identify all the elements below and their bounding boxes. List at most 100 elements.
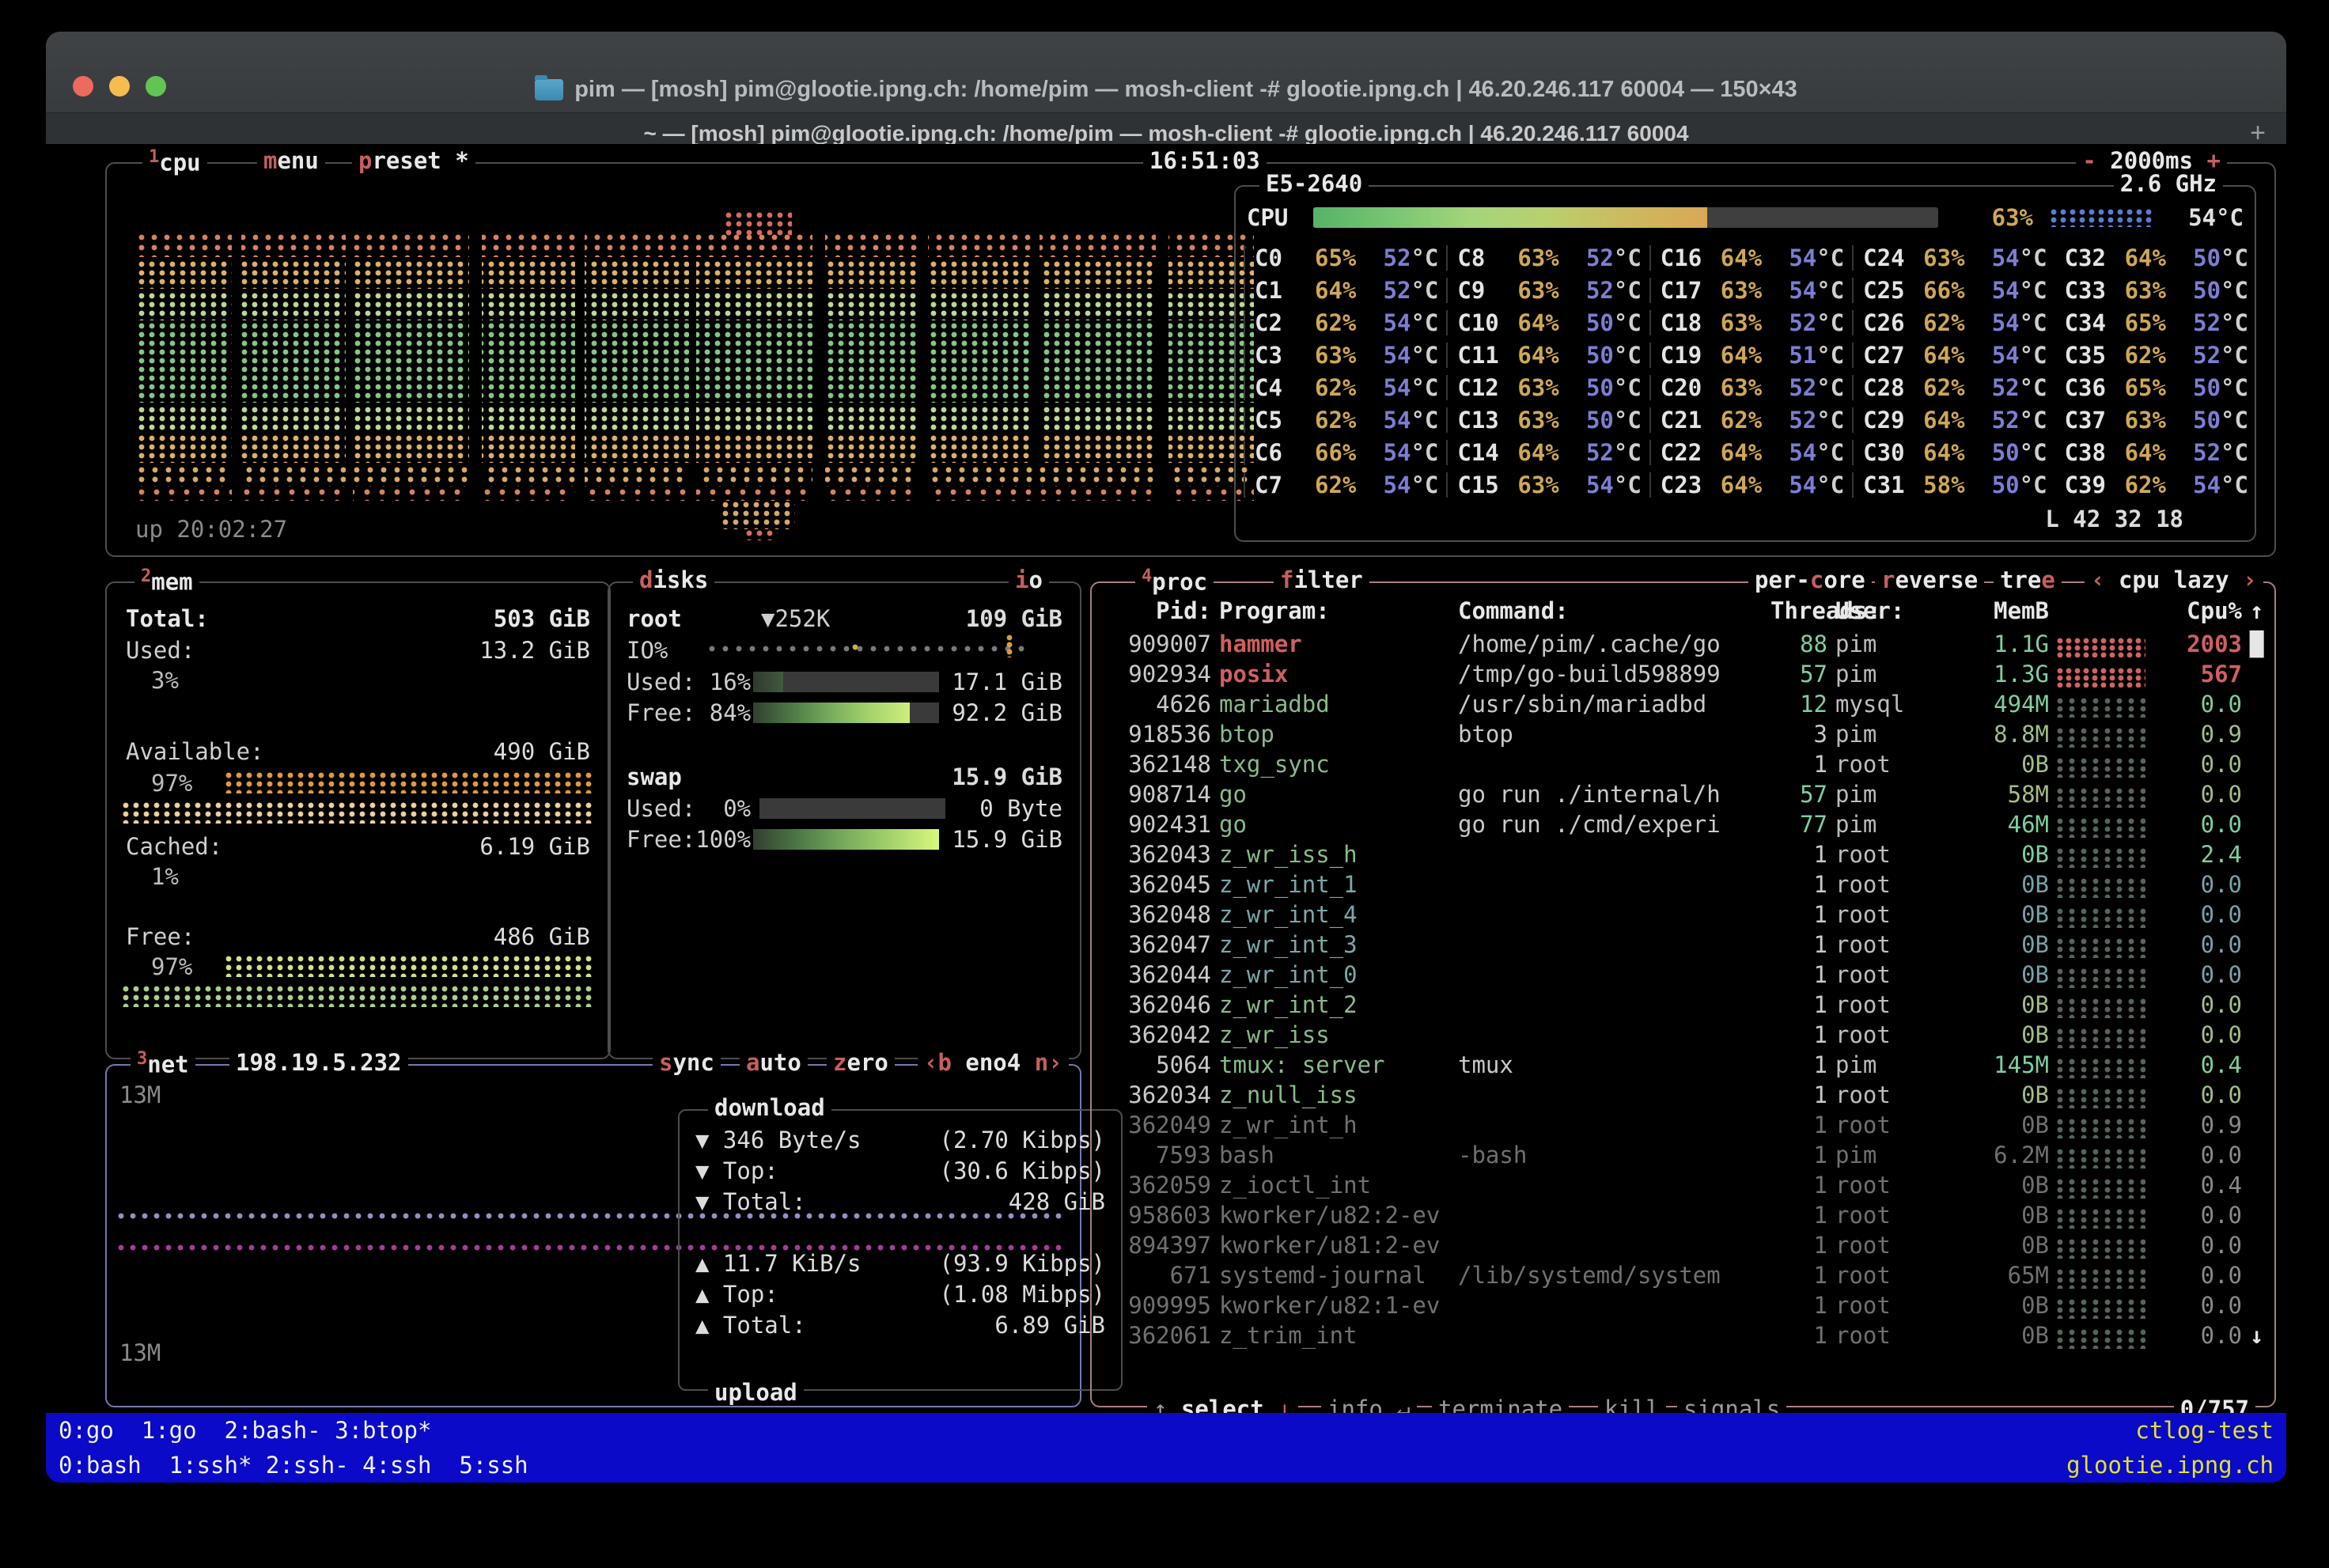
core-name: C0 bbox=[1255, 244, 1315, 271]
preset-button[interactable]: preset * bbox=[352, 147, 475, 174]
core-cell: C9 63% 52°C bbox=[1446, 278, 1649, 303]
process-row[interactable]: 918536 btop btop 3 pim 8.8M 0.9 bbox=[1104, 719, 2286, 749]
process-user: root bbox=[1835, 1202, 1948, 1229]
process-name: hammer bbox=[1219, 631, 1450, 657]
net-interface-switcher[interactable]: ‹b eno4 n› bbox=[918, 1049, 1069, 1076]
process-row[interactable]: 4626 mariadbd /usr/sbin/mariadbd 12 mysq… bbox=[1104, 689, 2286, 719]
col-user[interactable]: User: bbox=[1835, 597, 1948, 624]
process-cpu: 0.0 bbox=[2153, 811, 2242, 838]
process-row[interactable]: 362059 z_ioctl_int 1 root 0B 0.4 bbox=[1104, 1170, 2286, 1200]
core-temp: 50°C bbox=[1559, 309, 1642, 336]
reverse-button[interactable]: reverse bbox=[1875, 566, 1984, 593]
process-row[interactable]: 894397 kworker/u81:2-ev 1 root 0B 0.0 bbox=[1104, 1230, 2286, 1260]
process-row[interactable]: 362047 z_wr_int_3 1 root 0B 0.0 bbox=[1104, 930, 2286, 960]
sort-next-icon[interactable]: › bbox=[2243, 566, 2256, 593]
process-row[interactable]: 362046 z_wr_int_2 1 root 0B 0.0 bbox=[1104, 990, 2286, 1020]
scrollbar-indicator[interactable]: █ bbox=[2250, 631, 2274, 657]
tab-title[interactable]: ~ — [mosh] pim@glootie.ipng.ch: /home/pi… bbox=[643, 121, 1688, 146]
prev-interface-button[interactable]: ‹b bbox=[924, 1049, 952, 1076]
net-box-title[interactable]: 3net bbox=[131, 1049, 195, 1078]
filter-button[interactable]: filter bbox=[1274, 566, 1369, 593]
io-mode-button[interactable]: io bbox=[1009, 566, 1049, 593]
core-name: C20 bbox=[1661, 374, 1721, 401]
net-zero-button[interactable]: zero bbox=[827, 1049, 895, 1076]
process-name: z_wr_int_4 bbox=[1219, 901, 1450, 928]
process-row[interactable]: 909995 kworker/u82:1-ev 1 root 0B 0.0 bbox=[1104, 1290, 2286, 1320]
core-name: C14 bbox=[1457, 439, 1517, 466]
process-row[interactable]: 362148 txg_sync 1 root 0B 0.0 bbox=[1104, 749, 2286, 779]
tmux-windows-inner[interactable]: 0:bash 1:ssh* 2:ssh- 4:ssh 5:ssh bbox=[59, 1452, 528, 1479]
core-name: C6 bbox=[1255, 439, 1315, 466]
graph-band bbox=[138, 466, 1254, 487]
tree-button[interactable]: tree bbox=[1994, 566, 2062, 593]
process-threads: 1 bbox=[1770, 1142, 1827, 1168]
process-row[interactable]: 362048 z_wr_int_4 1 root 0B 0.0 bbox=[1104, 900, 2286, 930]
process-row[interactable]: 902934 posix /tmp/go-build598899 57 pim … bbox=[1104, 659, 2286, 689]
process-row[interactable]: 671 systemd-journal /lib/systemd/system … bbox=[1104, 1260, 2286, 1290]
per-core-button[interactable]: per-core bbox=[1748, 566, 1872, 593]
core-name: C38 bbox=[2065, 439, 2125, 466]
process-threads: 1 bbox=[1770, 1292, 1827, 1319]
core-load: 62% bbox=[1315, 407, 1356, 434]
process-row[interactable]: 958603 kworker/u82:2-ev 1 root 0B 0.0 bbox=[1104, 1200, 2286, 1230]
process-name: bash bbox=[1219, 1142, 1450, 1168]
process-cpu-meter bbox=[2057, 907, 2145, 928]
interval-minus-button[interactable]: - bbox=[2082, 147, 2096, 174]
next-interface-button[interactable]: n› bbox=[1035, 1049, 1062, 1076]
cpu-box-title[interactable]: 1cpu bbox=[142, 147, 207, 176]
zoom-button[interactable] bbox=[146, 76, 166, 97]
col-threads[interactable]: Threads: bbox=[1770, 597, 1827, 624]
process-row[interactable]: 902431 go go run ./cmd/experi 77 pim 46M… bbox=[1104, 809, 2286, 839]
process-row[interactable]: 362061 z_trim_int 1 root 0B 0.0 ↓ bbox=[1104, 1320, 2286, 1350]
scrollbar-indicator[interactable]: ↓ bbox=[2250, 1322, 2274, 1349]
upload-total-row: ▲ Total:6.89 GiB bbox=[695, 1312, 1105, 1339]
disks-box-title[interactable]: disks bbox=[633, 566, 714, 593]
col-cpu[interactable]: Cpu% bbox=[2153, 597, 2242, 624]
process-threads: 1 bbox=[1770, 901, 1827, 928]
net-ip-label: 198.19.5.232 bbox=[229, 1049, 408, 1076]
core-cell: C3 63% 54°C bbox=[1244, 343, 1446, 368]
core-load: 62% bbox=[1315, 472, 1356, 498]
process-row[interactable]: 362043 z_wr_iss_h 1 root 0B 2.4 bbox=[1104, 839, 2286, 869]
process-user: root bbox=[1835, 1081, 1948, 1108]
col-memb[interactable]: MemB bbox=[1956, 597, 2049, 624]
core-cell: C1 64% 52°C bbox=[1244, 278, 1446, 303]
core-cell: C15 63% 54°C bbox=[1446, 472, 1649, 498]
menu-button[interactable]: menu bbox=[257, 147, 325, 174]
process-threads: 1 bbox=[1770, 961, 1827, 988]
minimize-button[interactable] bbox=[109, 76, 130, 97]
process-row[interactable]: 5064 tmux: server tmux 1 pim 145M 0.4 bbox=[1104, 1050, 2286, 1080]
process-row[interactable]: 908714 go go run ./internal/h 57 pim 58M… bbox=[1104, 779, 2286, 809]
sort-selector[interactable]: ‹ cpu lazy › bbox=[2085, 566, 2263, 593]
col-program[interactable]: Program: bbox=[1219, 597, 1450, 624]
col-command[interactable]: Command: bbox=[1458, 597, 1763, 624]
mem-box-title[interactable]: 2mem bbox=[134, 566, 199, 596]
process-name: z_trim_int bbox=[1219, 1322, 1450, 1349]
process-row[interactable]: 362044 z_wr_int_0 1 root 0B 0.0 bbox=[1104, 960, 2286, 990]
process-row[interactable]: 362042 z_wr_iss 1 root 0B 0.0 bbox=[1104, 1020, 2286, 1050]
core-cell: C32 64% 50°C bbox=[2055, 245, 2256, 271]
col-pid[interactable]: Pid: bbox=[1104, 597, 1211, 624]
core-temp: 54°C bbox=[1356, 439, 1438, 466]
tmux-status-bar-inner: 0:bash 1:ssh* 2:ssh- 4:ssh 5:ssh glootie… bbox=[46, 1448, 2286, 1483]
process-row[interactable]: 362034 z_null_iss 1 root 0B 0.0 bbox=[1104, 1080, 2286, 1110]
core-name: C19 bbox=[1661, 342, 1721, 369]
download-total-row: ▼ Total:428 GiB bbox=[695, 1188, 1105, 1215]
download-speed-row: ▼ 346 Byte/s(2.70 Kibps) bbox=[695, 1127, 1105, 1153]
sort-prev-icon[interactable]: ‹ bbox=[2091, 566, 2104, 593]
net-sync-button[interactable]: sync bbox=[653, 1049, 721, 1076]
process-name: kworker/u82:1-ev bbox=[1219, 1292, 1450, 1319]
process-user: root bbox=[1835, 1172, 1948, 1199]
core-name: C30 bbox=[1863, 439, 1923, 466]
process-row[interactable]: 362045 z_wr_int_1 1 root 0B 0.0 bbox=[1104, 869, 2286, 900]
net-auto-button[interactable]: auto bbox=[740, 1049, 808, 1076]
close-button[interactable] bbox=[73, 76, 93, 97]
process-row[interactable]: 7593 bash -bash 1 pim 6.2M 0.0 bbox=[1104, 1140, 2286, 1170]
core-name: C28 bbox=[1863, 374, 1923, 401]
process-row[interactable]: 362049 z_wr_int_h 1 root 0B 0.9 bbox=[1104, 1110, 2286, 1140]
tmux-windows-outer[interactable]: 0:go 1:go 2:bash- 3:btop* bbox=[59, 1417, 431, 1444]
process-cpu-meter bbox=[2057, 1148, 2145, 1168]
process-command: btop bbox=[1458, 721, 1763, 748]
proc-box-title[interactable]: 4proc bbox=[1135, 566, 1214, 596]
process-row[interactable]: 909007 hammer /home/pim/.cache/go 88 pim… bbox=[1104, 629, 2286, 659]
